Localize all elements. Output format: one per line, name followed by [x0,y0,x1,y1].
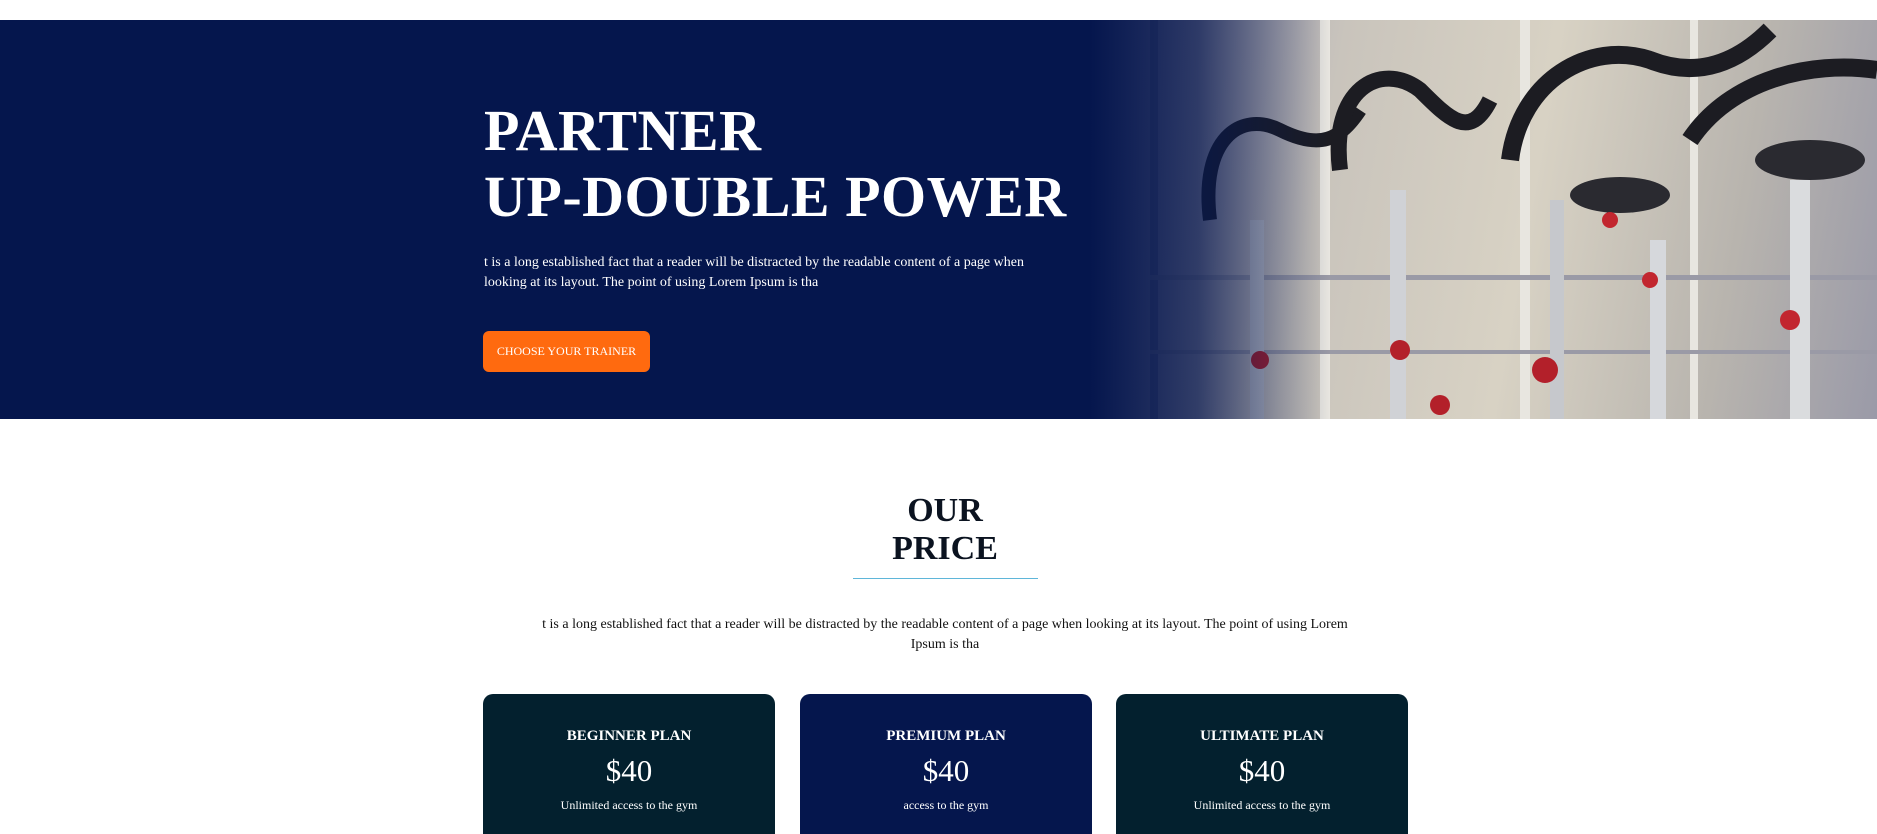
plan-card-beginner[interactable]: BEGINNER PLAN $40 Unlimited access to th… [483,694,775,834]
price-section-description: t is a long established fact that a read… [542,617,1348,652]
plan-name: ULTIMATE PLAN [1200,728,1324,744]
plan-name: PREMIUM PLAN [886,728,1006,744]
hero-title: PARTNER UP-DOUBLE POWER [484,98,1104,230]
price-title-line2: PRICE [892,530,998,567]
price-section-title: OUR PRICE [0,492,1877,568]
hero-banner: PARTNER UP-DOUBLE POWER t is a long esta… [0,20,1877,419]
plan-price: $40 [605,753,653,788]
plan-card-premium[interactable]: PREMIUM PLAN $40 access to the gym [800,694,1092,834]
title-underline [853,578,1038,579]
plan-description: access to the gym [903,798,989,812]
plan-description: Unlimited access to the gym [560,798,698,812]
plan-name: BEGINNER PLAN [566,728,692,744]
gym-bikes-image [1090,20,1877,419]
choose-trainer-button[interactable]: CHOOSE YOUR TRAINER [483,331,650,372]
hero-image-fade [1090,20,1330,419]
hero-title-line2: UP-DOUBLE POWER [484,164,1067,229]
hero-title-line1: PARTNER [484,98,762,163]
plan-card-ultimate[interactable]: ULTIMATE PLAN $40 Unlimited access to th… [1116,694,1408,834]
hero-description: t is a long established fact that a read… [484,255,1024,290]
plan-description: Unlimited access to the gym [1193,798,1331,812]
plan-price: $40 [1238,753,1286,788]
price-title-line1: OUR [907,492,983,529]
plan-price: $40 [922,753,970,788]
